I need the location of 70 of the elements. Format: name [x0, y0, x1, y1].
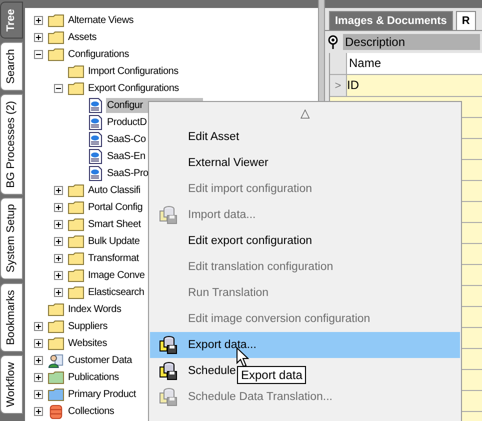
- expand-toggle-icon[interactable]: [54, 271, 63, 280]
- expand-toggle-icon[interactable]: [54, 203, 63, 212]
- menu-item[interactable]: Edit export configuration: [150, 228, 312, 254]
- side-tab[interactable]: System Setup: [0, 197, 23, 280]
- expand-toggle-icon[interactable]: [34, 33, 43, 42]
- database-icon: [159, 387, 179, 407]
- database-icon: [159, 335, 179, 355]
- tree-item[interactable]: Customer Data: [67, 353, 133, 368]
- tree-item[interactable]: Primary Product: [67, 387, 137, 402]
- pin-icon[interactable]: [327, 35, 339, 49]
- expand-toggle-icon[interactable]: [34, 407, 43, 416]
- menu-item[interactable]: Edit Asset: [150, 124, 240, 150]
- side-tab[interactable]: Tree: [0, 2, 23, 39]
- tree-item[interactable]: Collections: [67, 404, 116, 419]
- document-icon: [88, 166, 103, 181]
- expand-toggle-icon[interactable]: [34, 339, 43, 348]
- side-tab[interactable]: Workflow: [0, 354, 23, 414]
- tree-item[interactable]: ProductD: [106, 115, 148, 130]
- expand-toggle-icon[interactable]: [54, 254, 63, 263]
- tree-item[interactable]: Bulk Update: [87, 234, 141, 249]
- tree-item[interactable]: SaaS-En: [106, 149, 146, 164]
- tree-item[interactable]: Configurations: [67, 47, 130, 62]
- scroll-up-arrow[interactable]: △: [300, 106, 310, 120]
- tree-item[interactable]: Smart Sheet: [87, 217, 142, 232]
- tree-item[interactable]: Index Words: [67, 302, 122, 317]
- tree-item[interactable]: Image Conve: [87, 268, 146, 283]
- filter-label: Description: [343, 34, 480, 50]
- expand-toggle-icon[interactable]: [54, 220, 63, 229]
- menu-item[interactable]: External Viewer: [150, 150, 268, 176]
- panel-tab[interactable]: R: [456, 11, 476, 30]
- tree-item[interactable]: Portal Config: [87, 200, 144, 215]
- tree-item[interactable]: Assets: [67, 30, 98, 45]
- expand-toggle-icon[interactable]: [34, 50, 43, 59]
- database-icon: [159, 205, 179, 225]
- expand-toggle-icon[interactable]: [34, 322, 43, 331]
- tree-item[interactable]: Websites: [67, 336, 108, 351]
- document-icon: [88, 98, 103, 113]
- tree-item[interactable]: Elasticsearch: [87, 285, 146, 300]
- tree-item[interactable]: Import Configurations: [87, 64, 180, 79]
- stack-icon: [48, 404, 64, 420]
- menu-item[interactable]: Export data...: [150, 332, 256, 358]
- tree-item[interactable]: Export Configurations: [87, 81, 180, 96]
- expand-toggle-icon[interactable]: [34, 16, 43, 25]
- expand-toggle-icon[interactable]: [34, 356, 43, 365]
- expand-toggle-icon[interactable]: [54, 237, 63, 246]
- expand-toggle-icon[interactable]: [34, 390, 43, 399]
- tree-item[interactable]: SaaS-Co: [106, 132, 147, 147]
- tree-item[interactable]: Suppliers: [67, 319, 108, 334]
- menu-item[interactable]: Schedule: [150, 358, 236, 384]
- tree-item[interactable]: SaaS-Pro: [106, 166, 150, 181]
- document-icon: [88, 115, 103, 130]
- side-tab[interactable]: Search: [0, 42, 23, 90]
- document-icon: [88, 132, 103, 147]
- person-icon: [48, 352, 64, 368]
- mouse-cursor-icon: [236, 347, 250, 368]
- side-tab[interactable]: BG Processes (2): [0, 94, 23, 194]
- expand-toggle-icon[interactable]: [54, 84, 63, 93]
- tree-item[interactable]: Transformat: [87, 251, 140, 266]
- side-tab[interactable]: Bookmarks: [0, 282, 23, 352]
- tree-item[interactable]: Auto Classifi: [87, 183, 142, 198]
- table-cell: ID: [347, 75, 482, 96]
- tree-item[interactable]: Publications: [67, 370, 120, 385]
- expand-toggle-icon[interactable]: [54, 186, 63, 195]
- document-icon: [88, 149, 103, 164]
- panel-tab[interactable]: Images & Documents: [329, 11, 453, 30]
- tree-item[interactable]: Alternate Views: [67, 13, 135, 28]
- expand-toggle-icon[interactable]: [34, 373, 43, 382]
- expand-toggle-icon[interactable]: [54, 288, 63, 297]
- database-icon: [159, 361, 179, 381]
- tooltip: Export data: [237, 366, 306, 384]
